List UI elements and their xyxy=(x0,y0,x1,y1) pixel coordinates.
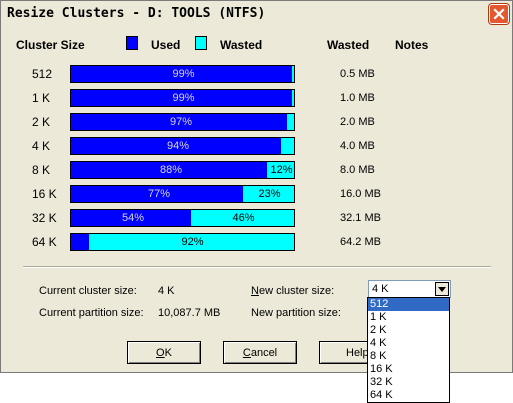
usage-bar: 88% 12% xyxy=(70,161,295,179)
wasted-color-swatch xyxy=(195,36,207,50)
dropdown-option[interactable]: 8 K xyxy=(368,350,449,363)
used-legend-label: Used xyxy=(151,38,181,52)
wasted-amount: 64.2 MB xyxy=(340,236,381,248)
wasted-amount: 4.0 MB xyxy=(340,140,375,152)
cluster-size-label: 64 K xyxy=(32,235,57,249)
usage-bar: 92% xyxy=(70,233,295,251)
window-title: Resize Clusters - D: TOOLS (NTFS) xyxy=(7,6,266,21)
current-partition-label: Current partition size: xyxy=(39,307,144,319)
usage-bar: 94% xyxy=(70,137,295,155)
cluster-size-label: 32 K xyxy=(32,211,57,225)
dropdown-option[interactable]: 64 K xyxy=(368,389,449,402)
dropdown-option[interactable]: 512 xyxy=(368,298,449,311)
wasted-percent-label: 92% xyxy=(181,236,204,248)
usage-bar: 99% xyxy=(70,89,295,107)
usage-bar: 99% xyxy=(70,65,295,83)
used-percent-label: 99% xyxy=(172,68,195,80)
used-percent-label: 97% xyxy=(170,116,193,128)
dropdown-option[interactable]: 1 K xyxy=(368,311,449,324)
dropdown-arrow-icon[interactable] xyxy=(435,282,449,296)
cancel-button[interactable]: Cancel xyxy=(223,341,297,364)
used-percent-label: 88% xyxy=(160,164,183,176)
usage-bar: 54% 46% xyxy=(70,209,295,227)
usage-bar: 97% xyxy=(70,113,295,131)
usage-bar: 77% 23% xyxy=(70,185,295,203)
dropdown-option[interactable]: 32 K xyxy=(368,376,449,389)
used-percent-label: 99% xyxy=(172,92,195,104)
cluster-size-header: Cluster Size xyxy=(16,38,85,52)
close-button[interactable] xyxy=(489,4,509,24)
separator xyxy=(23,266,491,268)
used-percent-label: 94% xyxy=(167,140,190,152)
cluster-size-label: 512 xyxy=(32,67,53,81)
dropdown-option[interactable]: 2 K xyxy=(368,324,449,337)
cluster-size-label: 1 K xyxy=(32,91,51,105)
wasted-legend-label: Wasted xyxy=(220,38,263,52)
wasted-amount: 2.0 MB xyxy=(340,116,375,128)
wasted-amount: 8.0 MB xyxy=(340,164,375,176)
wasted-percent-label: 46% xyxy=(232,212,255,224)
used-segment xyxy=(71,234,89,250)
new-cluster-size-value: 4 K xyxy=(372,283,389,295)
cluster-size-label: 4 K xyxy=(32,139,51,153)
close-icon xyxy=(493,8,505,20)
wasted-percent-label: 12% xyxy=(270,164,293,176)
title-bar[interactable]: Resize Clusters - D: TOOLS (NTFS) xyxy=(1,1,512,28)
wasted-percent-label: 23% xyxy=(258,188,281,200)
cluster-size-label: 2 K xyxy=(32,115,51,129)
used-percent-label: 54% xyxy=(122,212,145,224)
wasted-amount: 32.1 MB xyxy=(340,212,381,224)
wasted-amount: 1.0 MB xyxy=(340,92,375,104)
current-cluster-label: Current cluster size: xyxy=(39,285,137,297)
new-cluster-label: New cluster size: xyxy=(251,285,335,297)
cluster-size-label: 8 K xyxy=(32,163,51,177)
notes-column-header: Notes xyxy=(395,38,429,52)
dropdown-option[interactable]: 4 K xyxy=(368,337,449,350)
current-partition-value: 10,087.7 MB xyxy=(158,307,221,319)
wasted-column-header: Wasted xyxy=(327,38,370,52)
dropdown-option[interactable]: 16 K xyxy=(368,363,449,376)
cluster-size-label: 16 K xyxy=(32,187,57,201)
used-color-swatch xyxy=(126,36,138,50)
wasted-amount: 16.0 MB xyxy=(340,188,381,200)
used-percent-label: 77% xyxy=(148,188,171,200)
new-partition-label: New partition size: xyxy=(251,307,341,319)
wasted-amount: 0.5 MB xyxy=(340,68,375,80)
cluster-size-dropdown-list[interactable]: 512 1 K2 K4 K8 K 16 K 32 K 64 K xyxy=(367,297,450,403)
current-cluster-value: 4 K xyxy=(158,285,175,297)
new-cluster-size-select[interactable]: 4 K xyxy=(368,280,451,298)
ok-button[interactable]: OK xyxy=(127,341,201,364)
